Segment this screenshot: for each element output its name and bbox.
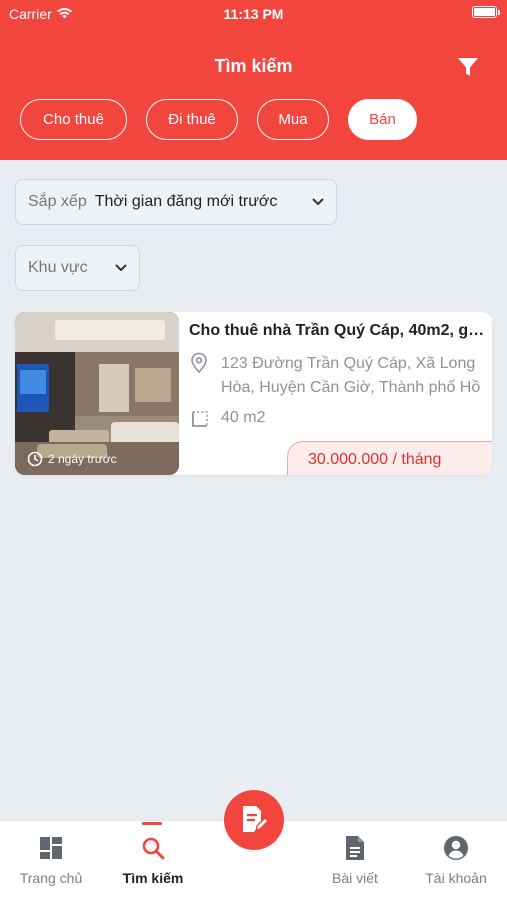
listing-area: 40 m2 (221, 409, 266, 426)
sort-label: Sắp xếp (28, 193, 87, 210)
filter-button[interactable] (454, 54, 482, 80)
listing-card[interactable]: 2 ngày trước Cho thuê nhà Trần Quý Cáp, … (15, 312, 492, 475)
area-dropdown[interactable]: Khu vực (15, 245, 140, 291)
filter-icon (458, 58, 478, 76)
active-tab-indicator (142, 822, 162, 825)
posted-time-label: 2 ngày trước (48, 452, 117, 466)
chip-ban[interactable]: Bán (348, 99, 417, 140)
page-title: Tìm kiếm (214, 56, 293, 76)
search-icon (142, 837, 165, 860)
tab-account[interactable]: Tài khoản (413, 821, 499, 900)
tab-home-label: Trang chủ (19, 870, 83, 886)
account-icon (444, 836, 468, 860)
chevron-down-icon (115, 264, 127, 271)
listing-photo: 2 ngày trước (15, 312, 179, 475)
location-pin-icon (191, 352, 207, 374)
posted-time: 2 ngày trước (27, 451, 117, 467)
tab-home[interactable]: Trang chủ (8, 821, 94, 900)
edit-note-icon (243, 806, 269, 832)
sort-value: Thời gian đăng mới trước (94, 193, 278, 210)
tab-search[interactable]: Tìm kiếm (110, 821, 196, 900)
clock: 11:13 PM (223, 6, 284, 22)
area-label: Khu vực (28, 259, 88, 276)
document-icon (346, 836, 364, 860)
chip-cho-thue[interactable]: Cho thuê (20, 99, 127, 140)
chevron-down-icon (312, 198, 324, 205)
tab-posts-label: Bài viết (332, 870, 378, 886)
header: Carrier 11:13 PM Tìm kiếm Cho thuê Đi th… (0, 0, 507, 160)
chip-di-thue[interactable]: Đi thuê (146, 99, 238, 140)
listing-price: 30.000.000 / tháng (287, 441, 492, 475)
transaction-type-chips: Cho thuê Đi thuê Mua Bán (20, 99, 417, 140)
listing-address: 123 Đường Trần Quý Cáp, Xã Long Hòa, Huy… (221, 355, 481, 396)
clock-icon (27, 451, 43, 467)
status-bar: Carrier 11:13 PM (0, 0, 507, 30)
create-post-button[interactable] (224, 790, 284, 850)
battery-icon (472, 6, 500, 18)
sort-dropdown[interactable]: Sắp xếp Thời gian đăng mới trước (15, 179, 337, 225)
tab-search-label: Tìm kiếm (122, 870, 184, 886)
listing-title: Cho thuê nhà Trần Quý Cáp, 40m2, giá rẻ (189, 322, 485, 339)
dashboard-icon (40, 837, 62, 859)
area-icon (192, 411, 208, 427)
chip-mua[interactable]: Mua (257, 99, 329, 140)
tab-posts[interactable]: Bài viết (312, 821, 398, 900)
tab-account-label: Tài khoản (425, 870, 487, 886)
